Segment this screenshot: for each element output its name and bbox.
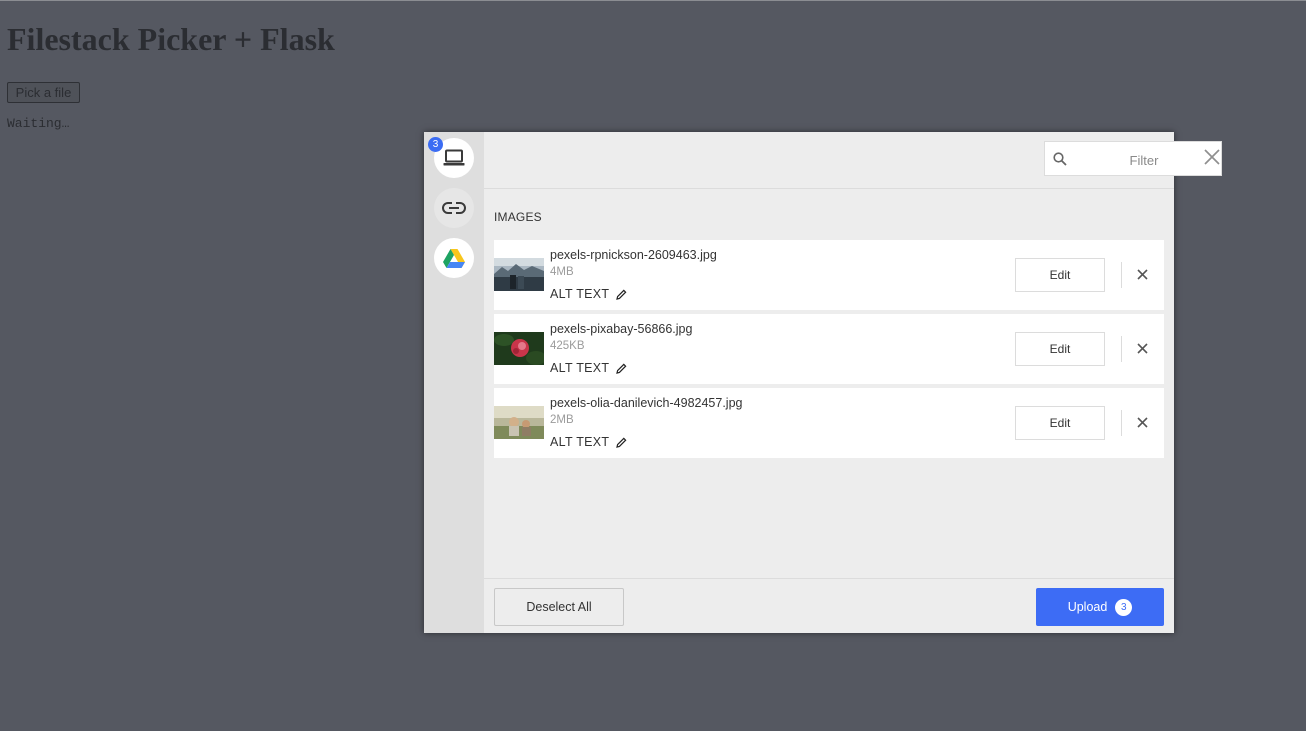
remove-file-icon[interactable] [1137,343,1148,354]
alt-text-label: ALT TEXT [550,287,610,301]
status-text: Waiting… [7,116,70,131]
source-link[interactable] [434,188,474,228]
laptop-icon [443,149,465,166]
upload-button[interactable]: Upload 3 [1036,588,1164,626]
upload-label: Upload [1067,600,1108,614]
selected-count-badge: 3 [428,137,443,152]
pencil-icon [616,363,627,374]
file-thumbnail [494,332,544,365]
alt-text-label: ALT TEXT [550,435,610,449]
edit-button[interactable]: Edit [1015,406,1105,440]
file-picker-modal: 3 Filter IMAGES pexels-rpnickson-2609463… [424,132,1222,634]
filter-input[interactable] [1075,146,1213,174]
link-icon [442,202,466,214]
file-size: 425KB [550,340,585,352]
filter-box [1044,141,1222,176]
pencil-icon [616,289,627,300]
file-row: pexels-olia-danilevich-4982457.jpg 2MB A… [494,388,1164,458]
file-name: pexels-rpnickson-2609463.jpg [550,248,717,262]
google-drive-icon [443,248,465,268]
file-size: 4MB [550,266,574,278]
page-title: Filestack Picker + Flask [7,21,335,57]
alt-text-button[interactable]: ALT TEXT [550,361,627,375]
pencil-icon [616,437,627,448]
close-icon[interactable] [1204,149,1220,165]
alt-text-button[interactable]: ALT TEXT [550,287,627,301]
source-google-drive[interactable] [434,238,474,278]
search-icon [1053,152,1067,166]
divider [1121,262,1122,288]
section-label-images: IMAGES [494,210,542,224]
picker-header [484,132,1222,189]
divider [1121,336,1122,362]
remove-file-icon[interactable] [1137,417,1148,428]
picker-footer: Deselect All Upload 3 [484,578,1174,634]
file-size: 2MB [550,414,574,426]
file-thumbnail [494,258,544,291]
deselect-all-button[interactable]: Deselect All [494,588,624,626]
alt-text-label: ALT TEXT [550,361,610,375]
divider [1121,410,1122,436]
upload-count-badge: 3 [1115,598,1133,616]
file-row: pexels-pixabay-56866.jpg 425KB ALT TEXT … [494,314,1164,384]
edit-button[interactable]: Edit [1015,332,1105,366]
file-name: pexels-pixabay-56866.jpg [550,322,693,336]
edit-button[interactable]: Edit [1015,258,1105,292]
file-thumbnail [494,406,544,439]
source-sidebar: 3 [424,132,484,633]
file-name: pexels-olia-danilevich-4982457.jpg [550,396,743,410]
remove-file-icon[interactable] [1137,269,1148,280]
pick-file-button[interactable]: Pick a file [7,82,80,103]
file-row: pexels-rpnickson-2609463.jpg 4MB ALT TEX… [494,240,1164,310]
alt-text-button[interactable]: ALT TEXT [550,435,627,449]
